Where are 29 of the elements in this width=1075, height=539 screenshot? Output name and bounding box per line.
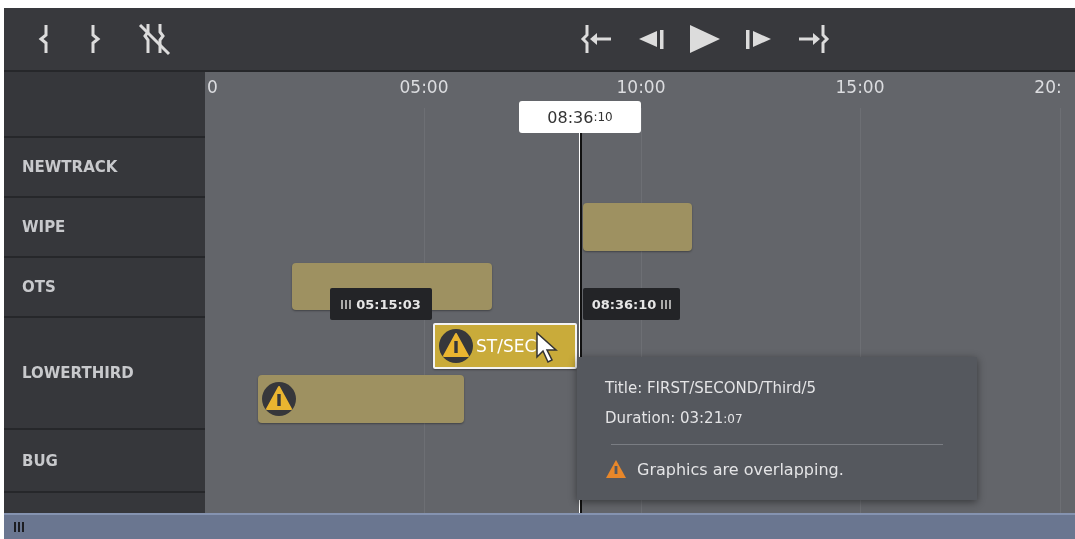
trim-time-text: 08:36:10	[591, 296, 657, 312]
play-icon	[688, 23, 722, 55]
ruler-tick-label: 15:00	[835, 77, 885, 97]
ruler-tick-label: 20:	[1034, 77, 1062, 97]
grip-icon	[341, 299, 352, 309]
scroll-bar[interactable]	[4, 513, 1075, 539]
ruler-tick-label: 0	[207, 77, 218, 97]
go-to-in-button[interactable]	[580, 23, 614, 55]
timeline-canvas[interactable]: 0 05:00 10:00 15:00 20: ST/SEC 05:15:03 08:36:10 08:36:10 Title: FIRST/SECOND/Third/5 Duration: 03:21:07 Graphics are overlapping.	[205, 72, 1075, 513]
trim-time-text: 05:15:03	[356, 296, 421, 312]
warning-icon	[605, 459, 627, 479]
tooltip-title: Title: FIRST/SECOND/Third/5	[605, 378, 818, 399]
timeline-clip[interactable]	[583, 203, 692, 251]
mouse-pointer-icon	[535, 331, 559, 365]
play-button[interactable]	[688, 23, 722, 55]
crossed-braces-icon	[138, 22, 172, 56]
timeline-clip[interactable]	[258, 375, 464, 423]
go-to-out-button[interactable]	[796, 23, 830, 55]
tooltip-duration: Duration: 03:21:07	[605, 408, 744, 429]
ruler-tick-label: 05:00	[399, 77, 449, 97]
grip-icon	[14, 522, 24, 532]
arrow-to-brace-left-icon	[580, 23, 614, 55]
clip-title: ST/SEC	[476, 336, 537, 356]
playhead-time-label[interactable]: 08:36:10	[519, 101, 641, 133]
arrow-to-brace-right-icon	[796, 23, 830, 55]
ruler-tick-label: 10:00	[616, 77, 666, 97]
tooltip-warning: Graphics are overlapping.	[637, 459, 844, 479]
grip-icon	[661, 299, 672, 309]
clear-marks-button[interactable]	[138, 22, 172, 56]
